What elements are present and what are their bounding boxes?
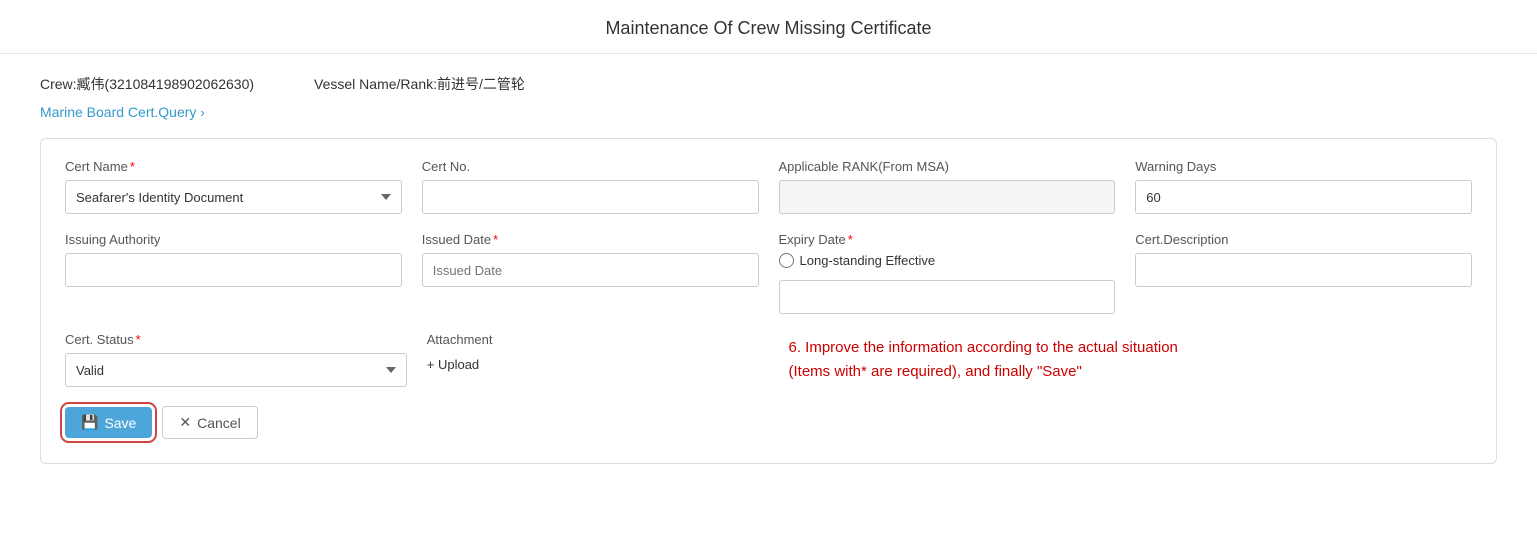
cert-no-group: Cert No. <box>422 159 759 214</box>
issued-date-label: Issued Date* <box>422 232 759 247</box>
cert-name-select[interactable]: Seafarer's Identity Document <box>65 180 402 214</box>
breadcrumb-arrow: › <box>200 105 204 120</box>
applicable-rank-input[interactable] <box>779 180 1116 214</box>
long-standing-label: Long-standing Effective <box>800 253 936 268</box>
instruction-text: 6. Improve the information according to … <box>789 332 1473 388</box>
vessel-info: Vessel Name/Rank:前进号/二管轮 <box>314 74 525 94</box>
issued-date-input[interactable] <box>422 253 759 287</box>
form-card: Cert Name* Seafarer's Identity Document … <box>40 138 1497 464</box>
issuing-authority-input[interactable] <box>65 253 402 287</box>
applicable-rank-group: Applicable RANK(From MSA) <box>779 159 1116 214</box>
action-row: 💾 Save ✕ Cancel <box>65 406 1472 439</box>
cancel-x-icon: ✕ <box>179 414 191 431</box>
cert-description-label: Cert.Description <box>1135 232 1472 247</box>
cert-name-label: Cert Name* <box>65 159 402 174</box>
cert-status-label: Cert. Status* <box>65 332 407 347</box>
attachment-group: Attachment + Upload <box>427 332 769 376</box>
long-standing-radio[interactable] <box>779 253 794 268</box>
save-icon: 💾 <box>81 414 98 431</box>
warning-days-group: Warning Days <box>1135 159 1472 214</box>
cert-description-group: Cert.Description <box>1135 232 1472 314</box>
expiry-date-input[interactable] <box>779 280 1116 314</box>
issuing-authority-label: Issuing Authority <box>65 232 402 247</box>
attachment-label: Attachment <box>427 332 769 347</box>
cert-no-input[interactable] <box>422 180 759 214</box>
cert-no-label: Cert No. <box>422 159 759 174</box>
warning-days-input[interactable] <box>1135 180 1472 214</box>
save-button[interactable]: 💾 Save <box>65 407 152 438</box>
applicable-rank-label: Applicable RANK(From MSA) <box>779 159 1116 174</box>
cert-description-input[interactable] <box>1135 253 1472 287</box>
upload-button[interactable]: + Upload <box>427 353 769 376</box>
cancel-button[interactable]: ✕ Cancel <box>162 406 257 439</box>
cert-name-group: Cert Name* Seafarer's Identity Document <box>65 159 402 214</box>
page-title: Maintenance Of Crew Missing Certificate <box>0 0 1537 54</box>
cert-status-group: Cert. Status* Valid <box>65 332 407 387</box>
expiry-date-label: Expiry Date* <box>779 232 1116 247</box>
marine-board-cert-query-link[interactable]: Marine Board Cert.Query <box>40 104 196 120</box>
cert-status-select[interactable]: Valid <box>65 353 407 387</box>
issuing-authority-group: Issuing Authority <box>65 232 402 314</box>
issued-date-group: Issued Date* <box>422 232 759 314</box>
expiry-date-group: Expiry Date* Long-standing Effective <box>779 232 1116 314</box>
warning-days-label: Warning Days <box>1135 159 1472 174</box>
crew-info: Crew:臧伟(321084198902062630) <box>40 74 254 94</box>
